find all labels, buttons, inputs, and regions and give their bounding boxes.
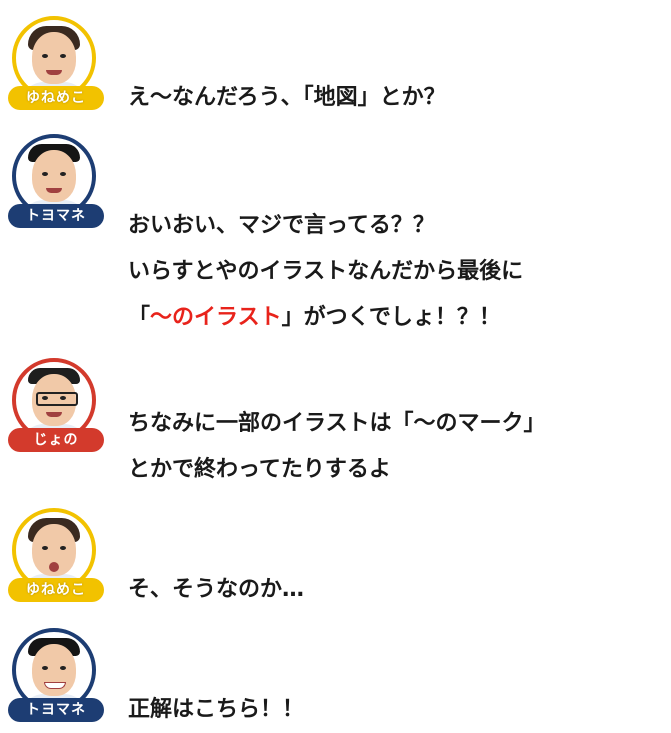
message-text: 正解はこちら！！ <box>128 692 304 728</box>
avatar: ゆねめこ <box>8 508 104 604</box>
message-text: ちなみに一部のイラストは「～のマーク」 とかで終わってたりするよ <box>128 406 546 488</box>
message-text: おいおい、マジで言ってる？？ いらすとやのイラストなんだから最後に 「～のイラス… <box>128 208 523 336</box>
message-text: え～なんだろう、「地図」とか？ <box>128 80 446 116</box>
speaker-name-badge: トヨマネ <box>8 204 104 228</box>
line-tail: 」がつくでしょ！？！ <box>281 305 501 330</box>
message-line: 正解はこちら！！ <box>128 697 305 722</box>
message-line: 「～のイラスト」がつくでしょ！？！ <box>128 300 523 336</box>
message-line: え～なんだろう、「地図」とか？ <box>128 85 446 110</box>
speaker-name-badge: ゆねめこ <box>8 86 104 110</box>
avatar: ゆねめこ <box>8 16 104 112</box>
speaker-name-badge: ゆねめこ <box>8 578 104 602</box>
avatar: トヨマネ <box>8 134 104 230</box>
message-line: おいおい、マジで言ってる？？ <box>128 213 435 238</box>
message-line: いらすとやのイラストなんだから最後に <box>128 259 524 284</box>
highlight-text: ～のイラスト <box>150 305 282 330</box>
avatar: トヨマネ <box>8 628 104 724</box>
speaker-name-badge: じょの <box>8 428 104 452</box>
message-text: そ、そうなのか… <box>128 572 304 608</box>
speaker-name-badge: トヨマネ <box>8 698 104 722</box>
message-line: とかで終わってたりするよ <box>128 457 391 482</box>
avatar: じょの <box>8 358 104 454</box>
message-line: そ、そうなのか… <box>128 577 305 602</box>
bracket-open: 「 <box>128 305 151 330</box>
message-line: ちなみに一部のイラストは「～のマーク」 <box>128 411 546 436</box>
